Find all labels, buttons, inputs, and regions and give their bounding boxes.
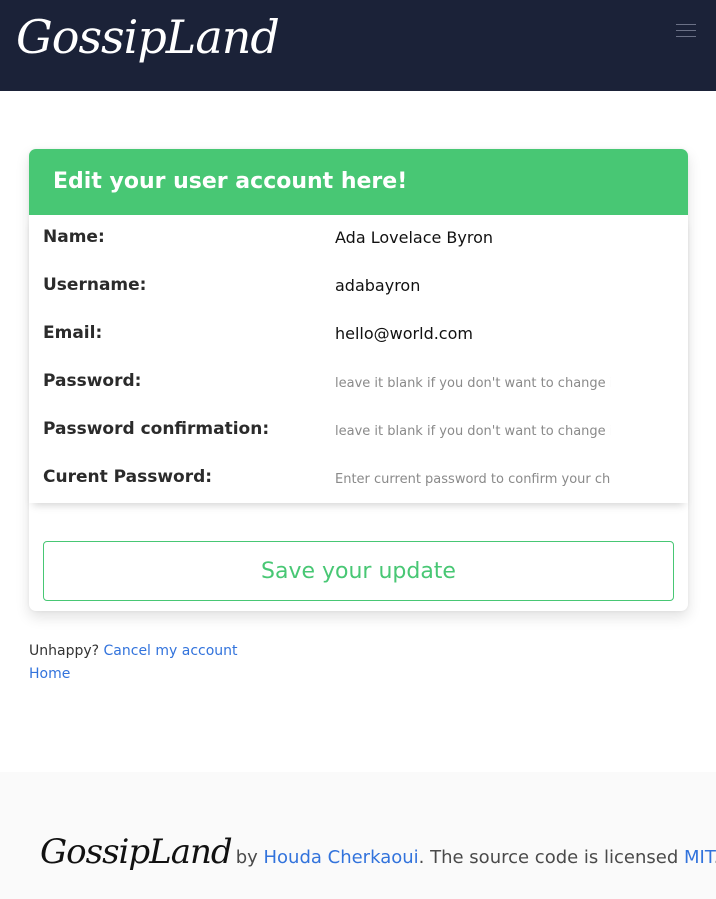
password-confirmation-label: Password confirmation:	[43, 419, 270, 439]
footer-license-text: . The source code is licensed	[418, 847, 679, 868]
home-link[interactable]: Home	[29, 666, 70, 682]
name-label: Name:	[43, 227, 105, 247]
username-label: Username:	[43, 275, 147, 295]
footer-by: by	[235, 847, 258, 868]
card-header: Edit your user account here!	[29, 149, 688, 215]
name-row: Name:	[29, 215, 688, 263]
license-link[interactable]: MIT	[684, 847, 714, 868]
email-row: Email:	[29, 311, 688, 359]
current-password-row: Curent Password:	[29, 455, 688, 503]
brand-logo[interactable]: GossipLand	[16, 10, 280, 64]
username-row: Username:	[29, 263, 688, 311]
cancel-account-link[interactable]: Cancel my account	[104, 643, 238, 659]
footer-text: GossipLand by Houda Cherkaoui. The source…	[40, 832, 716, 872]
password-row: Password:	[29, 359, 688, 407]
navbar: GossipLand	[0, 0, 716, 91]
card-title: Edit your user account here!	[53, 169, 408, 194]
save-update-button[interactable]: Save your update	[43, 541, 674, 601]
current-password-label: Curent Password:	[43, 467, 213, 487]
email-field[interactable]	[335, 324, 611, 343]
unhappy-text: Unhappy?	[29, 643, 100, 659]
hamburger-icon[interactable]	[676, 24, 696, 38]
account-links: Unhappy? Cancel my account Home	[29, 643, 238, 689]
name-field[interactable]	[335, 228, 611, 247]
footer-logo: GossipLand	[40, 832, 233, 872]
password-field[interactable]	[335, 372, 611, 391]
author-link[interactable]: Houda Cherkaoui	[264, 847, 419, 868]
account-form: Name: Username: Email: Password: Passwor…	[29, 215, 688, 503]
edit-account-card: Edit your user account here! Name: Usern…	[29, 149, 688, 611]
password-confirmation-field[interactable]	[335, 420, 611, 439]
footer: GossipLand by Houda Cherkaoui. The source…	[0, 772, 716, 899]
current-password-field[interactable]	[335, 468, 611, 487]
password-confirmation-row: Password confirmation:	[29, 407, 688, 455]
username-field[interactable]	[335, 276, 611, 295]
email-label: Email:	[43, 323, 103, 343]
password-label: Password:	[43, 371, 142, 391]
